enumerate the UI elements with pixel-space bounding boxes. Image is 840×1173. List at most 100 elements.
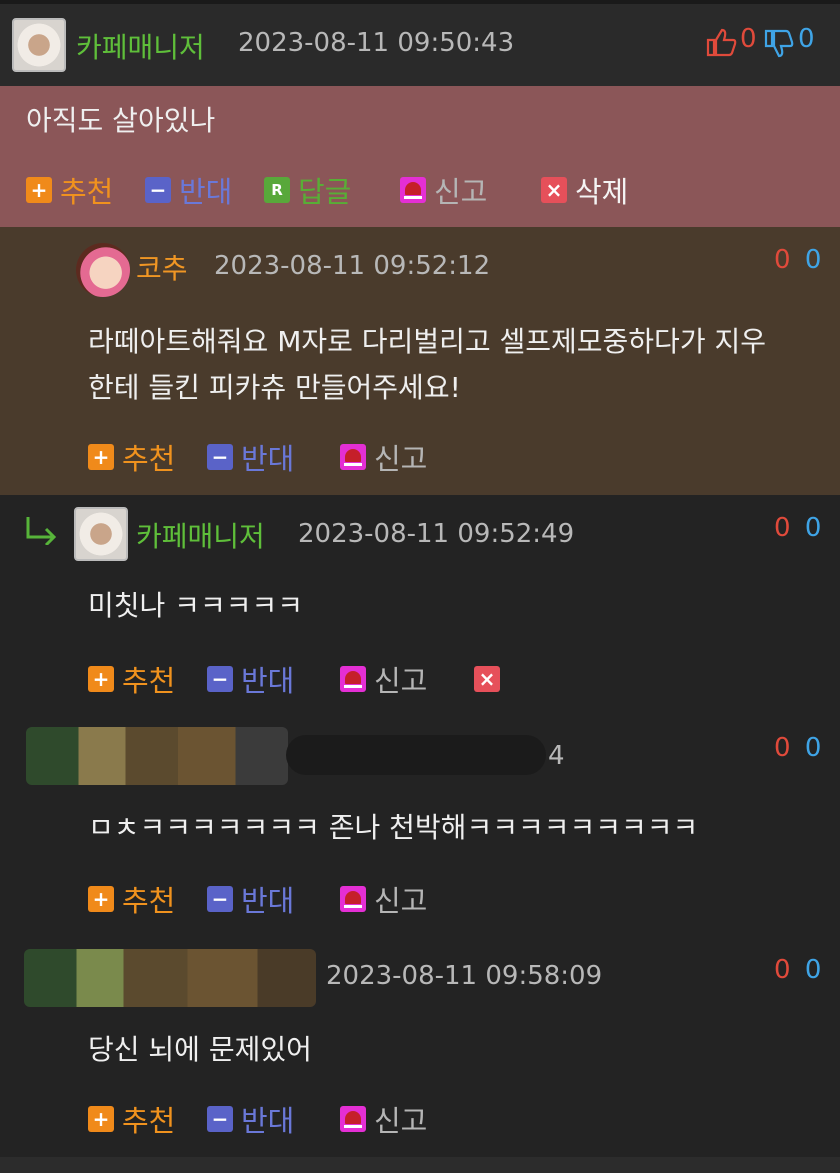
oppose-button[interactable]: − 반대 [207, 881, 295, 918]
upvote-count: 0 [774, 513, 791, 543]
thumbs-up-icon[interactable] [706, 27, 740, 57]
report-label: 신고 [374, 442, 428, 476]
obscured-profile [26, 727, 288, 785]
timestamp: 2023-08-11 09:50:43 [238, 28, 515, 58]
delete-icon: × [541, 177, 567, 203]
downvote-count: 0 [804, 733, 822, 763]
report-button[interactable]: 신고 [340, 661, 428, 698]
upvote-count: 0 [774, 733, 791, 763]
vote-counts: 0 0 [774, 733, 821, 763]
plus-icon: + [88, 444, 114, 470]
downvote-count: 0 [804, 513, 822, 543]
report-button[interactable]: 신고 [340, 1101, 428, 1138]
reply-label: 답글 [298, 175, 352, 209]
alarm-icon [340, 666, 366, 692]
reply-arrow-icon [26, 517, 57, 545]
delete-icon: × [474, 666, 500, 692]
recommend-label: 추천 [122, 442, 176, 476]
recommend-label: 추천 [122, 884, 176, 918]
upvote-count: 0 [774, 955, 791, 985]
comment-actions: + 추천 − 반대 신고 [88, 881, 788, 918]
alarm-icon [340, 886, 366, 912]
upvote-count: 0 [740, 24, 757, 54]
comment-text: 미칫나 ㅋㅋㅋㅋㅋ [88, 589, 303, 622]
comment-2: 코추 2023-08-11 09:52:12 0 0 라떼아트해줘요 M자로 다… [0, 227, 840, 495]
delete-button[interactable]: × 삭제 [541, 172, 629, 209]
recommend-label: 추천 [122, 664, 176, 698]
timestamp-fragment-end: 4 [548, 741, 565, 771]
oppose-button[interactable]: − 반대 [145, 172, 233, 209]
oppose-label: 반대 [241, 1104, 295, 1138]
oppose-button[interactable]: − 반대 [207, 661, 295, 698]
report-button[interactable]: 신고 [340, 439, 428, 476]
thumbs-down-icon[interactable] [764, 29, 798, 59]
comment-text: 아직도 살아있나 [26, 104, 216, 137]
oppose-button[interactable]: − 반대 [207, 1101, 295, 1138]
plus-icon: + [88, 886, 114, 912]
report-label: 신고 [434, 175, 488, 209]
nickname[interactable]: 카페매니저 [76, 26, 205, 66]
recommend-button[interactable]: + 추천 [88, 881, 176, 918]
plus-icon: + [88, 666, 114, 692]
oppose-label: 반대 [241, 884, 295, 918]
obscured-profile [24, 949, 316, 1007]
recommend-button[interactable]: + 추천 [88, 439, 176, 476]
comment-text-line-1: 라떼아트해줘요 M자로 다리벌리고 셀프제모중하다가 지우 [88, 325, 767, 358]
oppose-button[interactable]: − 반대 [207, 439, 295, 476]
recommend-label: 추천 [122, 1104, 176, 1138]
report-button[interactable]: 신고 [340, 881, 428, 918]
recommend-label: 추천 [60, 175, 114, 209]
report-button[interactable]: 신고 [400, 172, 488, 209]
minus-icon: − [207, 1106, 233, 1132]
report-label: 신고 [374, 664, 428, 698]
delete-label: 삭제 [575, 175, 629, 209]
downvote-count: 0 [804, 245, 822, 275]
comment-actions: + 추천 − 반대 R 답글 신고 × 삭제 [26, 172, 826, 209]
comment-body: 아직도 살아있나 + 추천 − 반대 R 답글 신고 × 삭제 [0, 86, 840, 227]
recommend-button[interactable]: + 추천 [26, 172, 114, 209]
bottom-bar [0, 1157, 840, 1173]
alarm-icon [340, 1106, 366, 1132]
recommend-button[interactable]: + 추천 [88, 661, 176, 698]
minus-icon: − [207, 444, 233, 470]
avatar[interactable] [74, 507, 128, 561]
avatar[interactable] [12, 18, 66, 72]
alarm-icon [400, 177, 426, 203]
comment-actions: + 추천 − 반대 신고 [88, 1101, 788, 1138]
comment-3: 카페매니저 2023-08-11 09:52:49 0 0 미칫나 ㅋㅋㅋㅋㅋ … [0, 495, 840, 715]
recommend-button[interactable]: + 추천 [88, 1101, 176, 1138]
nickname[interactable]: 코추 [136, 247, 188, 287]
reply-icon: R [264, 177, 290, 203]
reply-button[interactable]: R 답글 [264, 172, 352, 209]
comment-actions: + 추천 − 반대 신고 × [88, 661, 788, 698]
oppose-label: 반대 [241, 442, 295, 476]
vote-counts: 0 0 [774, 955, 821, 985]
downvote-count: 0 [804, 955, 822, 985]
downvote-count: 0 [798, 24, 815, 54]
comment-text: 당신 뇌에 문제있어 [88, 1033, 312, 1066]
comment-text-line-2: 한테 들킨 피카츄 만들어주세요! [88, 371, 461, 404]
timestamp: 2023-08-11 09:52:12 [214, 251, 491, 281]
comment-header: 카페매니저 2023-08-11 09:50:43 0 0 [0, 4, 840, 86]
comment-1: 카페매니저 2023-08-11 09:50:43 0 0 아직도 살아있나 +… [0, 4, 840, 227]
nickname[interactable]: 카페매니저 [136, 515, 265, 555]
plus-icon: + [88, 1106, 114, 1132]
comment-text: ㅁㅊㅋㅋㅋㅋㅋㅋㅋ 존나 천박해ㅋㅋㅋㅋㅋㅋㅋㅋㅋ [88, 811, 699, 844]
oppose-label: 반대 [179, 175, 233, 209]
report-label: 신고 [374, 1104, 428, 1138]
vote-counts: 0 0 [774, 245, 821, 275]
timestamp: 2023-08-11 09:52:49 [298, 519, 575, 549]
vote-counts: 0 0 [774, 513, 821, 543]
vote-counts: 0 0 [706, 24, 830, 60]
minus-icon: − [207, 886, 233, 912]
report-label: 신고 [374, 884, 428, 918]
upvote-count: 0 [774, 245, 791, 275]
scribble-redaction [286, 735, 546, 775]
oppose-label: 반대 [241, 664, 295, 698]
delete-button[interactable]: × [474, 661, 508, 697]
minus-icon: − [145, 177, 171, 203]
comment-4: 2023-08 4 0 0 ㅁㅊㅋㅋㅋㅋㅋㅋㅋ 존나 천박해ㅋㅋㅋㅋㅋㅋㅋㅋㅋ … [0, 715, 840, 937]
comment-5: 2023-08-11 09:58:09 0 0 당신 뇌에 문제있어 + 추천 … [0, 937, 840, 1157]
avatar[interactable] [76, 243, 130, 297]
comment-actions: + 추천 − 반대 신고 [88, 439, 788, 476]
